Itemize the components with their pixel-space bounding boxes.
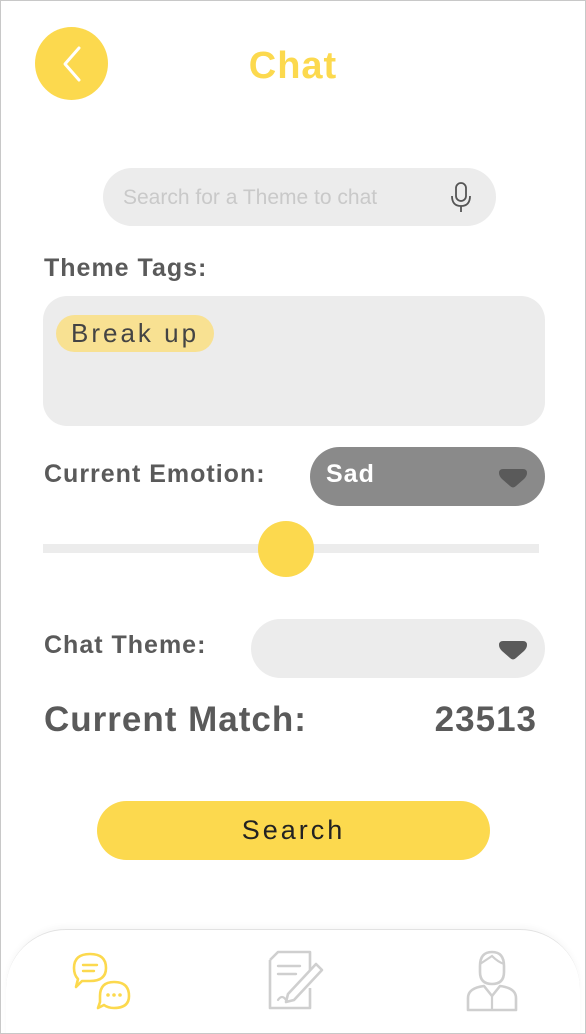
emotion-dropdown[interactable]: Sad — [310, 447, 545, 506]
theme-tag-chip[interactable]: Break up — [56, 315, 215, 352]
current-emotion-label: Current Emotion: — [44, 460, 266, 488]
search-input[interactable] — [121, 168, 445, 228]
app-screen: Chat Theme Tags: Break up Current Emotio… — [0, 0, 586, 1034]
search-button[interactable]: Search — [97, 801, 490, 860]
search-bar[interactable] — [103, 168, 496, 228]
current-match-value: 23513 — [434, 700, 537, 739]
bottom-tab-bar — [6, 929, 580, 1033]
chat-theme-label: Chat Theme: — [44, 631, 207, 659]
page-title: Chat — [248, 45, 338, 87]
emotion-selected-value: Sad — [326, 460, 375, 488]
caret-down-icon — [499, 641, 527, 660]
microphone-icon[interactable] — [447, 181, 475, 215]
note-edit-icon[interactable] — [264, 948, 328, 1012]
emotion-slider-thumb[interactable] — [258, 521, 315, 577]
chat-bubbles-icon[interactable] — [70, 950, 134, 1012]
current-match-label: Current Match: — [44, 700, 307, 739]
theme-tags-label: Theme Tags: — [44, 254, 208, 282]
user-profile-icon[interactable] — [464, 948, 520, 1012]
caret-down-icon — [499, 469, 527, 488]
chat-theme-dropdown[interactable] — [251, 619, 545, 678]
